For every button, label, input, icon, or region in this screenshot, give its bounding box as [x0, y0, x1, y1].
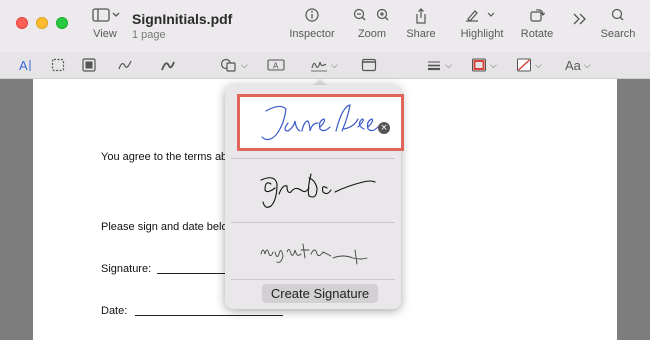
zoom-window-button[interactable] [56, 17, 68, 29]
create-signature-button[interactable]: Create Signature [262, 284, 378, 303]
terms-text: You agree to the terms abo [101, 151, 234, 163]
text-style-menu[interactable]: Aa ⌵ [565, 56, 591, 74]
share-icon [416, 8, 426, 24]
no-fill-icon [517, 58, 531, 72]
close-window-button[interactable] [16, 17, 28, 29]
signature-icon [311, 61, 327, 72]
rotate-button[interactable]: Rotate [518, 8, 556, 40]
chevron-down-icon: ⌵ [331, 59, 338, 70]
preview-window: View SignInitials.pdf 1 page Inspector Z… [0, 0, 650, 340]
search-label: Search [600, 28, 636, 40]
text-box-icon: A [267, 59, 285, 71]
draw-tool[interactable] [160, 56, 176, 74]
more-tools-icon[interactable] [572, 13, 588, 25]
chevron-down-icon: ⌵ [241, 59, 248, 70]
text-style-label: Aa [565, 57, 581, 73]
signature-line [157, 273, 227, 274]
zoom-icons [353, 8, 389, 21]
signature-jane-doe-handwritten[interactable] [231, 160, 395, 220]
draw-icon [161, 61, 175, 71]
instructions-text: Please sign and date below [101, 221, 236, 233]
shape-style-menu[interactable]: ⌵ [426, 56, 452, 74]
line-weight-icon [428, 61, 440, 71]
rotate-label: Rotate [520, 28, 554, 40]
chevron-down-icon: ⌵ [583, 59, 591, 70]
share-label: Share [406, 28, 436, 40]
view-label: View [93, 28, 117, 40]
jane-doe-handwritten-image [260, 173, 376, 208]
my-signature-image [260, 243, 368, 265]
instant-alpha-tool[interactable] [82, 56, 96, 74]
signature-divider [231, 279, 395, 280]
rectangular-selection-tool[interactable] [51, 56, 65, 74]
signature-divider [231, 222, 395, 223]
chevron-down-icon: ⌵ [490, 59, 497, 70]
jane-doe-signature-image [261, 104, 379, 141]
zoom-label: Zoom [357, 28, 387, 40]
svg-text:A: A [19, 58, 28, 73]
chevron-down-icon: ⌵ [445, 59, 452, 70]
signature-my-signature[interactable] [231, 224, 395, 278]
sign-menu[interactable]: ⌵ [310, 56, 338, 74]
highlighter-icon [466, 10, 495, 22]
inspector-label: Inspector [289, 28, 335, 40]
search-icon [611, 8, 624, 21]
sidebar-icon [92, 8, 120, 22]
highlight-button[interactable]: Highlight [458, 8, 506, 40]
date-line [135, 315, 283, 316]
highlight-label: Highlight [460, 28, 504, 40]
rotate-icon [530, 9, 546, 22]
shapes-menu[interactable]: ⌵ [220, 56, 248, 74]
text-box-tool[interactable]: A [267, 56, 285, 74]
sketch-icon [118, 60, 132, 70]
instant-alpha-icon [82, 58, 96, 72]
border-color-icon [472, 58, 486, 72]
minimize-window-button[interactable] [36, 17, 48, 29]
border-color-menu[interactable]: ⌵ [471, 56, 497, 74]
document-title: SignInitials.pdf [132, 11, 233, 27]
share-button[interactable]: Share [406, 8, 436, 40]
chevron-down-icon: ⌵ [535, 59, 542, 70]
page-count: 1 page [132, 29, 166, 41]
fill-color-menu[interactable]: ⌵ [516, 56, 542, 74]
remove-signature-icon[interactable]: × [378, 122, 390, 134]
toolbar: View SignInitials.pdf 1 page Inspector Z… [0, 0, 650, 53]
text-cursor-icon: A [19, 58, 31, 73]
view-button[interactable]: View [90, 8, 122, 40]
zoom-control[interactable]: Zoom [352, 8, 392, 40]
svg-text:A: A [273, 62, 279, 71]
note-tool[interactable] [361, 56, 377, 74]
dashed-rect-icon [51, 58, 65, 72]
search-button[interactable]: Search [598, 8, 638, 40]
markup-toolbar: A ⌵ A ⌵ ⌵ ⌵ ⌵ Aa ⌵ [0, 52, 650, 79]
shapes-icon [220, 58, 236, 72]
text-selection-tool[interactable]: A [18, 56, 34, 74]
sketch-tool[interactable] [117, 56, 133, 74]
signature-field-label: Signature: [101, 263, 152, 275]
signature-jane-doe-typed[interactable] [237, 94, 404, 151]
info-icon [305, 8, 319, 22]
signature-divider [231, 158, 395, 159]
note-icon [361, 58, 377, 72]
date-field-label: Date: [101, 305, 128, 317]
inspector-button[interactable]: Inspector [288, 8, 336, 40]
